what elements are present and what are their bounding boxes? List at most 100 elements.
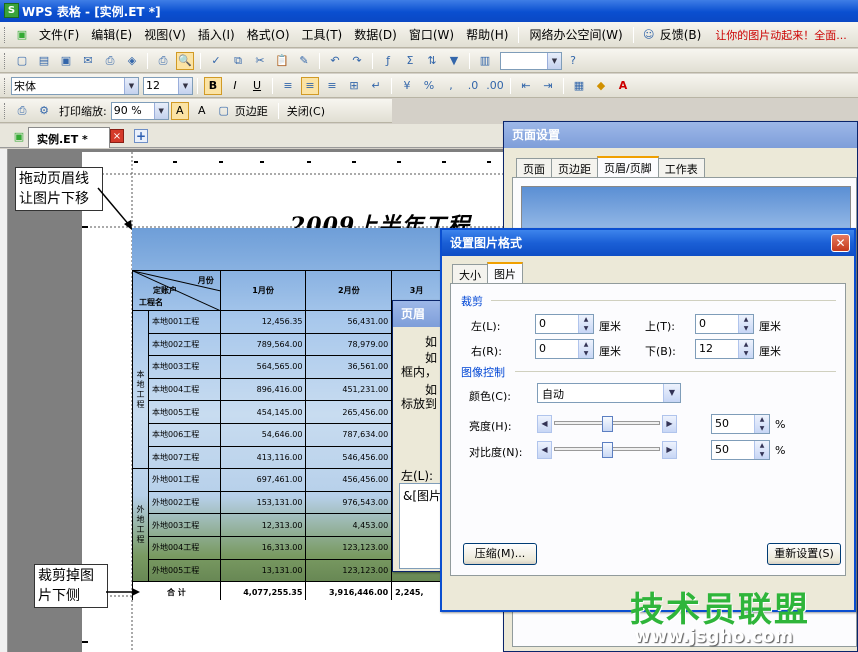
- compress-button[interactable]: 压缩(M)...: [463, 543, 537, 565]
- percent-icon[interactable]: %: [420, 77, 438, 95]
- new-tab-icon[interactable]: +: [134, 129, 148, 143]
- menu-help[interactable]: 帮助(H): [460, 24, 514, 46]
- indent-decrease-icon[interactable]: ⇤: [517, 77, 535, 95]
- currency-icon[interactable]: ¥: [398, 77, 416, 95]
- spinner-arrows-icon[interactable]: ▲ ▼: [578, 315, 593, 333]
- chart-icon[interactable]: ▥: [476, 52, 494, 70]
- brightness-input[interactable]: 50 ▲ ▼: [711, 414, 770, 434]
- menu-network-office[interactable]: 网络办公空间(W): [523, 24, 628, 46]
- slider-thumb[interactable]: [601, 416, 613, 432]
- align-right-icon[interactable]: ≡: [323, 77, 341, 95]
- print-zoom-select[interactable]: 90 % ▼: [110, 101, 169, 120]
- close-icon[interactable]: ✕: [831, 234, 850, 252]
- margins-icon[interactable]: ▢: [215, 102, 233, 120]
- zoom-out-icon[interactable]: A: [193, 102, 211, 120]
- print-icon[interactable]: ⎙: [13, 102, 31, 120]
- pdf-icon[interactable]: ◈: [123, 52, 141, 70]
- toolbar-grip[interactable]: [4, 52, 7, 69]
- color-select[interactable]: 自动 ▼: [537, 383, 681, 403]
- align-left-icon[interactable]: ≡: [279, 77, 297, 95]
- format-painter-icon[interactable]: ✎: [295, 52, 313, 70]
- copy-icon[interactable]: ⧉: [229, 52, 247, 70]
- redo-icon[interactable]: ↷: [348, 52, 366, 70]
- spinner-arrows-icon[interactable]: ▲ ▼: [738, 340, 753, 358]
- font-select[interactable]: 宋体 ▼: [11, 76, 139, 95]
- print-preview-icon[interactable]: 🔍: [176, 51, 194, 70]
- merge-center-icon[interactable]: ⊞: [345, 77, 363, 95]
- menu-data[interactable]: 数据(D): [348, 24, 403, 46]
- spinner-arrows-icon[interactable]: ▲ ▼: [754, 441, 769, 459]
- indent-increase-icon[interactable]: ⇥: [539, 77, 557, 95]
- borders-icon[interactable]: ▦: [570, 77, 588, 95]
- crop-top-input[interactable]: 0 ▲ ▼: [695, 314, 754, 334]
- sort-icon[interactable]: ⇅: [423, 52, 441, 70]
- chevron-down-icon[interactable]: ▼: [124, 77, 138, 94]
- print-options-icon[interactable]: ⚙: [35, 102, 53, 120]
- font-size-select[interactable]: 12 ▼: [143, 76, 193, 95]
- wrap-icon[interactable]: ↵: [367, 77, 385, 95]
- tab-document[interactable]: 实例.ET *: [28, 127, 110, 148]
- decimal-decrease-icon[interactable]: .00: [486, 77, 504, 95]
- sum-icon[interactable]: Σ: [401, 52, 419, 70]
- contrast-slider[interactable]: ◀ ▶: [537, 441, 677, 459]
- menu-file[interactable]: 文件(F): [33, 24, 85, 46]
- crop-right-input[interactable]: 0 ▲ ▼: [535, 339, 594, 359]
- undo-icon[interactable]: ↶: [326, 52, 344, 70]
- open-icon[interactable]: ▤: [35, 52, 53, 70]
- print-setup-icon[interactable]: ⎙: [101, 52, 119, 70]
- chevron-left-icon[interactable]: ◀: [537, 415, 552, 433]
- brightness-slider[interactable]: ◀ ▶: [537, 415, 677, 433]
- spinner-arrows-icon[interactable]: ▲ ▼: [754, 415, 769, 433]
- chevron-left-icon[interactable]: ◀: [537, 441, 552, 459]
- menu-format[interactable]: 格式(O): [241, 24, 296, 46]
- menu-view[interactable]: 视图(V): [138, 24, 192, 46]
- print-icon[interactable]: ⎙: [154, 52, 172, 70]
- spellcheck-icon[interactable]: ✓: [207, 52, 225, 70]
- thousands-icon[interactable]: ,: [442, 77, 460, 95]
- save-icon[interactable]: ▣: [57, 52, 75, 70]
- menu-tools[interactable]: 工具(T): [296, 24, 349, 46]
- promo-link[interactable]: 让你的图片动起来！全面...: [715, 27, 847, 43]
- margin-button[interactable]: 页边距: [235, 103, 268, 119]
- decimal-increase-icon[interactable]: .0: [464, 77, 482, 95]
- menu-window[interactable]: 窗口(W): [403, 24, 460, 46]
- crop-left-input[interactable]: 0 ▲ ▼: [535, 314, 594, 334]
- zoom-in-icon[interactable]: A: [170, 101, 189, 120]
- chevron-down-icon[interactable]: ▼: [178, 77, 192, 94]
- brightness-label: 亮度(H):: [469, 420, 512, 433]
- chevron-right-icon[interactable]: ▶: [662, 441, 677, 459]
- spinner-arrows-icon[interactable]: ▲ ▼: [738, 315, 753, 333]
- font-color-icon[interactable]: A: [614, 77, 632, 95]
- zoom-combo[interactable]: ▼: [500, 51, 562, 70]
- underline-icon[interactable]: U: [248, 77, 266, 95]
- filter-icon[interactable]: ▼: [445, 52, 463, 70]
- reset-button[interactable]: 重新设置(S): [767, 543, 841, 565]
- chevron-right-icon[interactable]: ▶: [662, 415, 677, 433]
- crop-bottom-input[interactable]: 12 ▲ ▼: [695, 339, 754, 359]
- row-value: 456,456.00: [305, 468, 393, 492]
- email-icon[interactable]: ✉: [79, 52, 97, 70]
- chevron-down-icon[interactable]: ▼: [153, 102, 168, 119]
- chevron-down-icon[interactable]: ▼: [663, 384, 680, 402]
- menu-edit[interactable]: 编辑(E): [85, 24, 138, 46]
- toolbar-grip[interactable]: [4, 102, 7, 119]
- spinner-arrows-icon[interactable]: ▲ ▼: [578, 340, 593, 358]
- function-icon[interactable]: ƒ: [379, 52, 397, 70]
- align-center-icon[interactable]: ≡: [301, 76, 319, 95]
- chevron-down-icon[interactable]: ▼: [547, 52, 561, 69]
- close-icon[interactable]: ×: [110, 129, 124, 143]
- italic-icon[interactable]: I: [226, 77, 244, 95]
- contrast-input[interactable]: 50 ▲ ▼: [711, 440, 770, 460]
- bold-icon[interactable]: B: [204, 76, 222, 95]
- cut-icon[interactable]: ✂: [251, 52, 269, 70]
- close-preview-button[interactable]: 关闭(C): [287, 103, 325, 119]
- toolbar-grip[interactable]: [4, 77, 7, 94]
- menu-insert[interactable]: 插入(I): [192, 24, 241, 46]
- toolbar-grip[interactable]: [4, 26, 7, 43]
- menu-feedback[interactable]: 反馈(B): [660, 24, 708, 46]
- slider-thumb[interactable]: [601, 442, 613, 458]
- new-icon[interactable]: ▢: [13, 52, 31, 70]
- fill-color-icon[interactable]: ◆: [592, 77, 610, 95]
- paste-icon[interactable]: 📋: [273, 52, 291, 70]
- help-icon[interactable]: ?: [564, 52, 582, 70]
